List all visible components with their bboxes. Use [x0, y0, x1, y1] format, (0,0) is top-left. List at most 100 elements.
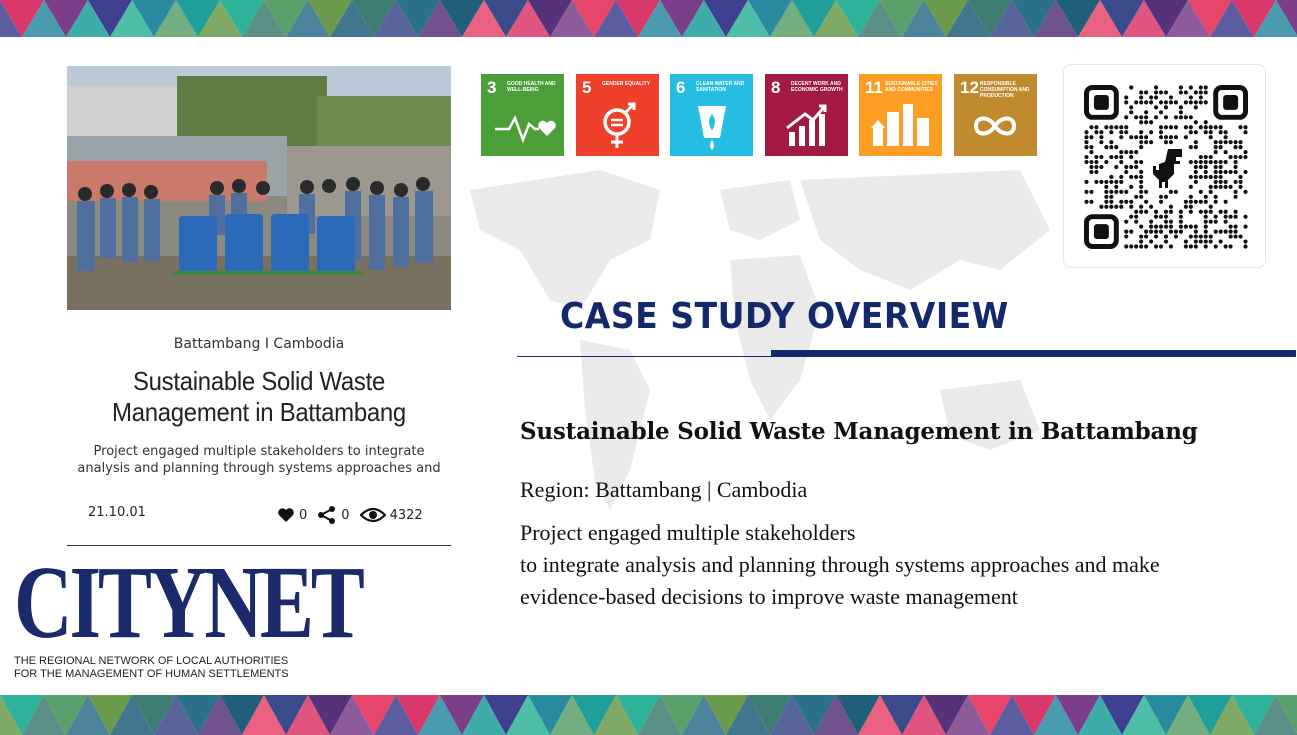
qr-module	[1208, 209, 1213, 214]
qr-module	[1119, 159, 1124, 165]
logo-wordmark: CITYNET	[14, 545, 365, 660]
qr-module	[1203, 164, 1208, 170]
qr-module	[1158, 229, 1164, 234]
qr-module	[1198, 239, 1203, 244]
qr-module	[1193, 239, 1198, 244]
overview-region: Region: Battambang | Cambodia	[520, 477, 808, 502]
qr-module	[1134, 244, 1139, 249]
project-photo[interactable]	[67, 66, 451, 310]
qr-module	[1153, 85, 1159, 90]
qr-module	[1228, 234, 1233, 239]
qr-module	[1109, 179, 1114, 184]
qr-module	[1223, 179, 1228, 184]
heading-rule-thin	[517, 356, 773, 357]
overview-desc-line1: Project engaged multiple stakeholders	[520, 520, 856, 545]
likes-count: 0	[299, 507, 308, 523]
share-icon[interactable]	[317, 506, 337, 524]
qr-module	[1213, 174, 1218, 180]
qr-module	[1139, 224, 1144, 229]
qr-module	[1134, 209, 1139, 214]
qr-module	[1089, 145, 1094, 150]
qr-module	[1223, 244, 1228, 249]
qr-module	[1149, 204, 1154, 209]
qr-module	[1213, 159, 1218, 165]
qr-module	[1114, 154, 1119, 160]
qr-module	[1104, 189, 1109, 194]
qr-module	[1163, 234, 1169, 239]
qr-module	[1233, 189, 1238, 194]
qr-module	[1193, 199, 1198, 204]
qr-module	[1243, 169, 1248, 175]
sdg-11-tile: 11 SUSTAINABLE CITIES AND COMMUNITIES	[859, 74, 942, 156]
qr-module	[1228, 154, 1233, 160]
qr-module	[1134, 115, 1139, 120]
qr-module	[1213, 184, 1218, 189]
qr-module	[1178, 105, 1183, 110]
card-title-line2[interactable]: Management in Battambang	[82, 397, 435, 428]
qr-module	[1178, 85, 1183, 90]
card-title-line1[interactable]: Sustainable Solid Waste	[82, 366, 435, 397]
qr-module	[1158, 244, 1164, 249]
qr-module	[1233, 169, 1238, 175]
qr-module	[1124, 244, 1129, 249]
qr-module	[1198, 95, 1203, 100]
qr-module	[1124, 164, 1129, 170]
likes-stat[interactable]: 0	[277, 507, 307, 523]
qr-module	[1134, 159, 1139, 165]
qr-module	[1203, 159, 1208, 165]
qr-module	[1193, 159, 1198, 165]
qr-module	[1193, 244, 1198, 249]
qr-module	[1114, 164, 1119, 170]
qr-module	[1139, 140, 1144, 145]
qr-module	[1104, 179, 1109, 184]
card-title[interactable]: Sustainable Solid Waste Management in Ba…	[82, 366, 435, 428]
qr-code-card[interactable]	[1063, 64, 1266, 268]
qr-module	[1168, 140, 1174, 145]
qr-module	[1178, 224, 1183, 229]
qr-module	[1104, 125, 1109, 130]
qr-module	[1129, 244, 1134, 249]
qr-module	[1129, 110, 1134, 115]
qr-module	[1119, 130, 1124, 135]
qr-module	[1203, 224, 1208, 229]
qr-module	[1188, 85, 1193, 90]
qr-module	[1104, 184, 1109, 189]
qr-module	[1109, 204, 1114, 209]
qr-module	[1124, 95, 1129, 100]
qr-module	[1243, 224, 1248, 229]
qr-module	[1233, 179, 1238, 184]
qr-module	[1119, 150, 1124, 155]
sdg-8-tile: 8 DECENT WORK AND ECONOMIC GROWTH	[765, 74, 848, 156]
qr-module	[1233, 209, 1238, 214]
qr-module	[1168, 244, 1174, 249]
qr-module	[1109, 130, 1114, 135]
qr-module	[1188, 115, 1193, 120]
qr-module	[1213, 125, 1218, 130]
shares-stat[interactable]: 0	[317, 506, 350, 524]
qr-module	[1238, 140, 1243, 145]
qr-module	[1243, 125, 1248, 130]
qr-module	[1218, 164, 1223, 170]
qr-module	[1193, 229, 1198, 234]
sdg-12-tile: 12 RESPONSIBLE CONSUMPTION AND PRODUCTIO…	[954, 74, 1037, 156]
sdg-label: RESPONSIBLE CONSUMPTION AND PRODUCTION	[980, 81, 1030, 99]
qr-module	[1124, 234, 1129, 239]
qr-module	[1149, 229, 1154, 234]
qr-module	[1203, 154, 1208, 160]
qr-code[interactable]	[1084, 85, 1248, 249]
views-stat: 4322	[359, 507, 423, 523]
qr-module	[1193, 174, 1198, 180]
qr-module	[1149, 140, 1154, 145]
qr-module	[1208, 159, 1213, 165]
qr-module	[1218, 169, 1223, 175]
qr-module	[1104, 145, 1109, 150]
top-decorative-band	[0, 0, 1297, 37]
qr-module	[1178, 229, 1183, 234]
qr-module	[1168, 224, 1174, 229]
qr-module	[1223, 159, 1228, 165]
card-excerpt-line1: Project engaged multiple stakeholders to…	[93, 444, 425, 459]
qr-module	[1114, 184, 1119, 189]
heart-icon[interactable]	[277, 507, 295, 523]
qr-module	[1208, 125, 1213, 130]
qr-module	[1228, 169, 1233, 175]
